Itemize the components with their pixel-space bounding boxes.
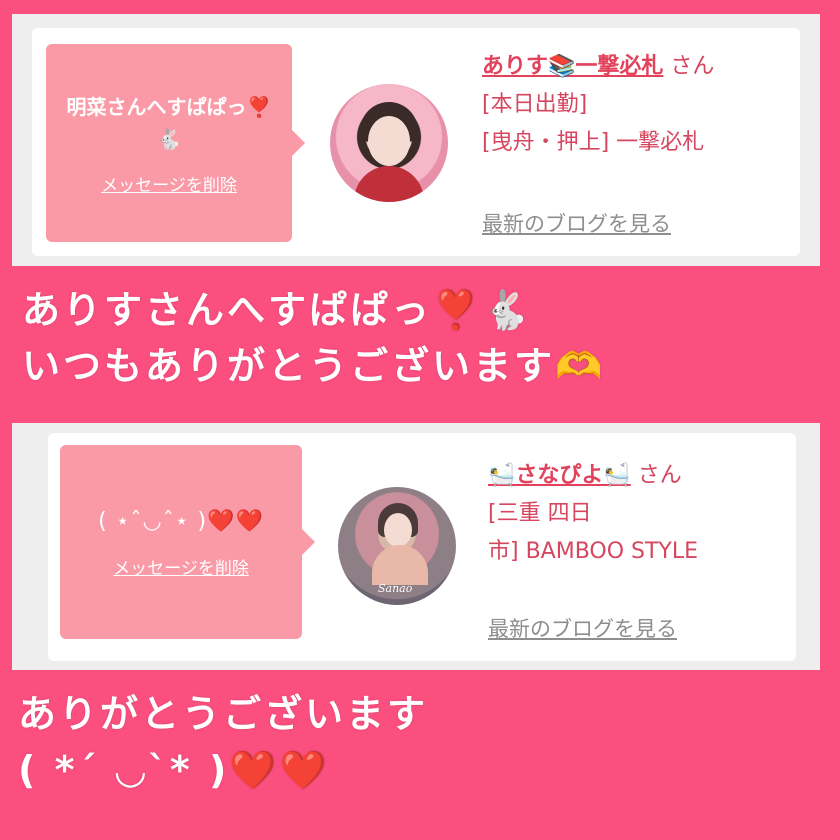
overlay-line-1: ありすさんへすぱぱっ❣️🐇 bbox=[22, 288, 533, 332]
sender-status: [本日出勤] bbox=[482, 92, 588, 117]
latest-blog-link[interactable]: 最新のブログを見る bbox=[482, 208, 671, 238]
name-suffix: さん bbox=[637, 463, 682, 488]
avatar-signature: Sanao bbox=[378, 582, 413, 595]
latest-blog-link[interactable]: 最新のブログを見る bbox=[488, 613, 677, 643]
overlay-line-3: ありがとうございます bbox=[18, 692, 429, 736]
sender-shop: [曳舟・押上] 一撃必札 bbox=[482, 130, 705, 155]
avatar[interactable] bbox=[330, 84, 448, 202]
message-card-inner: ( ⋆ˆ◡ˆ⋆ )❤️❤️ メッセージを削除 Sanao 🛀さなぴよ🛀 さん [… bbox=[48, 433, 796, 661]
sender-info: 🛀さなぴよ🛀 さん [三重 四日 市] BAMBOO STYLE bbox=[488, 457, 788, 571]
overlay-line-2: いつもありがとうございます🫶 bbox=[22, 344, 606, 388]
overlay-caption-2: ありがとうございます ( *´ ◡`* )❤️❤️ bbox=[18, 686, 428, 798]
avatar-face bbox=[384, 513, 412, 547]
delete-message-link[interactable]: メッセージを削除 bbox=[101, 171, 237, 196]
avatar-body bbox=[372, 545, 428, 585]
sender-name-link[interactable]: 🛀さなぴよ🛀 bbox=[488, 463, 631, 488]
overlay-caption-1: ありすさんへすぱぱっ❣️🐇 いつもありがとうございます🫶 bbox=[22, 282, 605, 394]
message-bubble: ( ⋆ˆ◡ˆ⋆ )❤️❤️ メッセージを削除 bbox=[60, 445, 315, 639]
sender-name-link[interactable]: ありす📚一撃必札 bbox=[482, 54, 663, 79]
avatar-body bbox=[354, 166, 424, 202]
message-bubble: 明菜さんへすぱぱっ❣️🐇 メッセージを削除 bbox=[46, 44, 305, 242]
message-text: 明菜さんへすぱぱっ❣️🐇 bbox=[66, 94, 272, 151]
avatar-face bbox=[368, 116, 410, 166]
message-card-2: ( ⋆ˆ◡ˆ⋆ )❤️❤️ メッセージを削除 Sanao 🛀さなぴよ🛀 さん [… bbox=[12, 423, 820, 670]
avatar[interactable]: Sanao bbox=[338, 487, 456, 605]
sender-info: ありす📚一撃必札 さん [本日出勤] [曳舟・押上] 一撃必札 bbox=[482, 48, 782, 162]
sender-area: [三重 四日 bbox=[488, 501, 592, 526]
name-suffix: さん bbox=[670, 54, 715, 79]
overlay-line-4: ( *´ ◡`* )❤️❤️ bbox=[18, 748, 331, 792]
message-card-1: 明菜さんへすぱぱっ❣️🐇 メッセージを削除 ありす📚一撃必札 さん [本日出勤]… bbox=[12, 14, 820, 266]
message-card-inner: 明菜さんへすぱぱっ❣️🐇 メッセージを削除 ありす📚一撃必札 さん [本日出勤]… bbox=[32, 28, 800, 256]
sender-shop: 市] BAMBOO STYLE bbox=[488, 539, 699, 564]
delete-message-link[interactable]: メッセージを削除 bbox=[113, 554, 249, 579]
message-text: ( ⋆ˆ◡ˆ⋆ )❤️❤️ bbox=[98, 508, 264, 534]
